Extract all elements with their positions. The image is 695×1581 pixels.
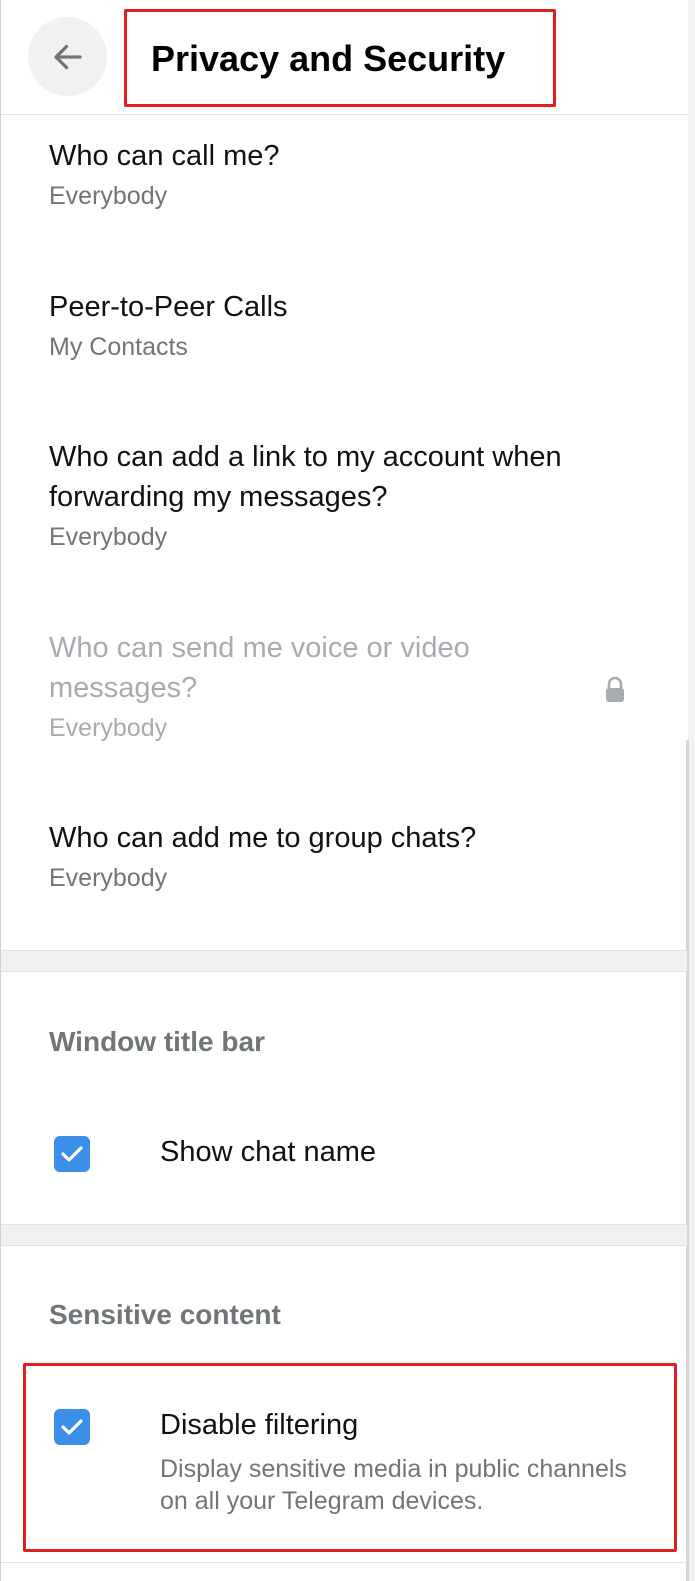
divider [1, 1562, 687, 1563]
scrollbar-thumb[interactable] [686, 740, 689, 1581]
show-chat-name-checkbox[interactable] [54, 1136, 90, 1172]
scrollbar-gutter [688, 0, 695, 1581]
privacy-item-calls[interactable]: Who can call me? Everybody [49, 136, 649, 212]
item-title: Who can add a link to my account when fo… [49, 441, 562, 513]
item-value: Everybody [49, 182, 168, 210]
privacy-item-group-chats[interactable]: Who can add me to group chats? Everybody [49, 818, 649, 894]
privacy-item-p2p-calls[interactable]: Peer-to-Peer Calls My Contacts [49, 287, 649, 363]
window-edge [0, 0, 1, 1581]
disable-filtering-label[interactable]: Disable filtering [160, 1409, 358, 1442]
item-title: Who can send me voice or video messages? [49, 632, 470, 704]
header: Privacy and Security [1, 0, 688, 115]
item-title: Who can add me to group chats? [49, 822, 477, 854]
lock-icon [606, 676, 624, 702]
section-separator [1, 1224, 687, 1246]
arrow-left-icon [54, 44, 82, 70]
section-separator [1, 950, 687, 972]
section-heading-window-title-bar: Window title bar [49, 1026, 265, 1057]
item-value: Everybody [49, 523, 168, 551]
back-button[interactable] [28, 17, 107, 96]
section-heading-sensitive-content: Sensitive content [49, 1299, 281, 1330]
checkmark-icon [61, 1146, 83, 1162]
show-chat-name-label[interactable]: Show chat name [160, 1136, 376, 1169]
disable-filtering-checkbox[interactable] [54, 1409, 90, 1445]
privacy-item-forwarding[interactable]: Who can add a link to my account when fo… [49, 437, 629, 553]
item-title: Who can call me? [49, 140, 280, 172]
disable-filtering-description: Display sensitive media in public channe… [160, 1455, 627, 1515]
item-value: Everybody [49, 864, 168, 892]
privacy-item-voice-messages[interactable]: Who can send me voice or video messages?… [49, 628, 569, 744]
checkmark-icon [61, 1419, 83, 1435]
item-value: Everybody [49, 714, 168, 742]
item-title: Peer-to-Peer Calls [49, 291, 288, 323]
page-title: Privacy and Security [151, 38, 506, 79]
title-highlight-box: Privacy and Security [124, 9, 556, 107]
item-value: My Contacts [49, 333, 188, 361]
